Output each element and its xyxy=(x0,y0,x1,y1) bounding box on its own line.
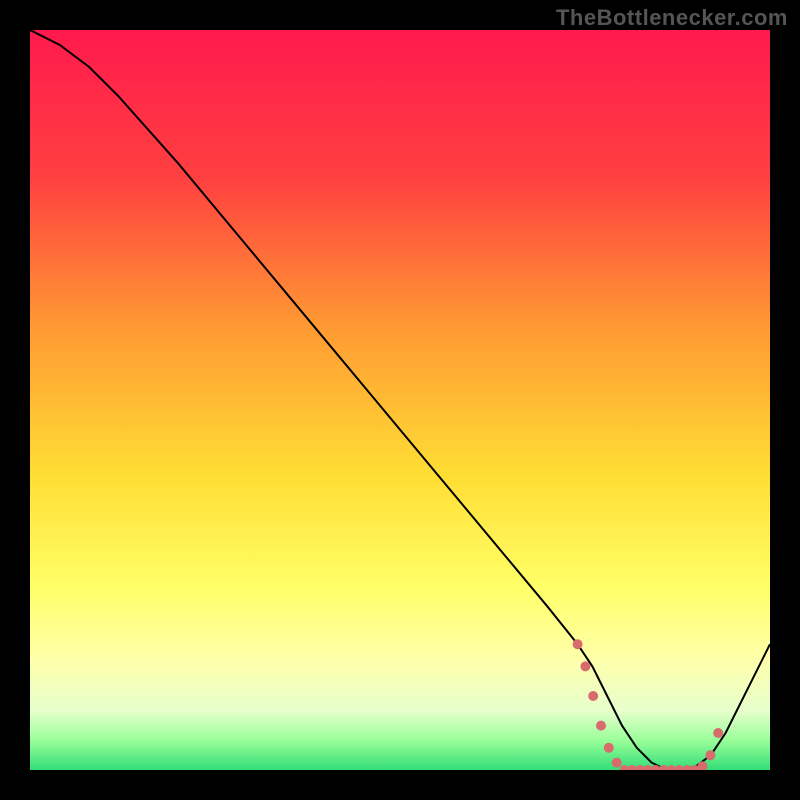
threshold-marker xyxy=(580,661,590,671)
chart-area xyxy=(30,30,770,770)
threshold-marker xyxy=(705,750,715,760)
threshold-marker xyxy=(612,758,622,768)
threshold-marker xyxy=(596,721,606,731)
chart-container: TheBottlenecker.com xyxy=(0,0,800,800)
watermark-text: TheBottlenecker.com xyxy=(556,5,788,31)
bottleneck-curve xyxy=(30,30,770,770)
threshold-marker xyxy=(573,639,583,649)
threshold-markers xyxy=(573,639,724,770)
threshold-marker xyxy=(604,743,614,753)
curve-overlay xyxy=(30,30,770,770)
threshold-marker xyxy=(588,691,598,701)
threshold-marker xyxy=(698,761,708,770)
threshold-marker xyxy=(713,728,723,738)
